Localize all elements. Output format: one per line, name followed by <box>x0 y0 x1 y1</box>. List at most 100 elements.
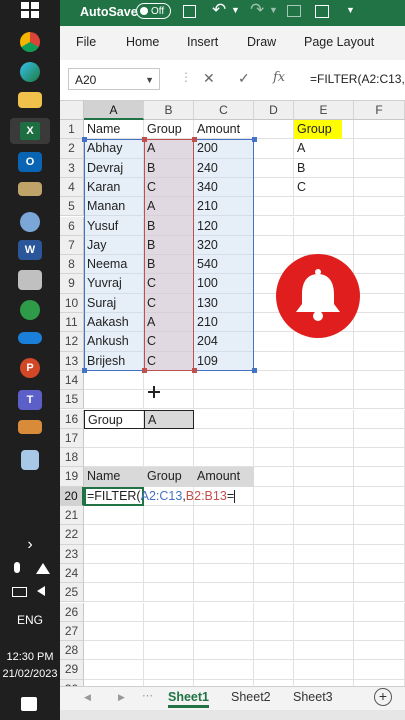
grid-cell[interactable] <box>354 486 405 506</box>
grid-cell[interactable] <box>194 583 254 603</box>
grid-cell[interactable] <box>254 506 294 526</box>
table-cell[interactable]: Jay <box>84 236 144 255</box>
grid-cell[interactable] <box>294 486 354 506</box>
output-header-group[interactable]: Group <box>144 467 194 487</box>
grid-cell[interactable] <box>84 544 144 564</box>
table-cell[interactable]: Yuvraj <box>84 274 144 293</box>
row-header-13[interactable]: 13 <box>60 351 84 371</box>
grid-cell[interactable] <box>354 351 405 371</box>
table-cell[interactable]: Aakash <box>84 313 144 332</box>
grid-cell[interactable] <box>194 409 254 429</box>
grid-cell[interactable] <box>354 216 405 236</box>
grid-cell[interactable] <box>294 506 354 526</box>
row-header-22[interactable]: 22 <box>60 525 84 545</box>
language-indicator[interactable]: ENG <box>0 613 60 627</box>
folder-icon[interactable] <box>18 182 42 196</box>
grid-cell[interactable] <box>84 641 144 661</box>
wifi-icon[interactable] <box>36 563 50 574</box>
row-header-2[interactable]: 2 <box>60 139 84 159</box>
grid-cell[interactable] <box>194 621 254 642</box>
grid-cell[interactable] <box>254 177 294 198</box>
row-header-26[interactable]: 26 <box>60 602 84 622</box>
bell-notification-icon[interactable] <box>276 254 360 338</box>
grid-cell[interactable] <box>354 120 405 140</box>
grid-cell[interactable] <box>354 467 405 487</box>
col-header-b[interactable]: B <box>144 101 194 120</box>
grid-cell[interactable] <box>144 621 194 642</box>
col-header-f[interactable]: F <box>354 101 405 120</box>
grid-cell[interactable] <box>354 274 405 294</box>
col-header-d[interactable]: D <box>254 101 294 120</box>
enter-check-icon[interactable]: ✓ <box>238 70 250 87</box>
show-hidden-icons-icon[interactable]: › <box>0 536 60 554</box>
row-header-28[interactable]: 28 <box>60 641 84 661</box>
edge-icon[interactable] <box>20 62 40 82</box>
table-cell[interactable]: A <box>144 313 194 332</box>
row-header-6[interactable]: 6 <box>60 216 84 236</box>
picture-icon[interactable] <box>287 5 301 17</box>
grid-cell[interactable] <box>254 351 294 371</box>
table-cell[interactable]: B <box>144 217 194 236</box>
grid-cell[interactable] <box>254 370 294 391</box>
header-group[interactable]: Group <box>144 120 194 139</box>
autosave-toggle[interactable]: Off <box>136 3 171 19</box>
table-cell[interactable]: 200 <box>194 139 254 158</box>
undo-dropdown-icon[interactable]: ▼ <box>231 5 240 15</box>
row-header-20[interactable]: 20 <box>60 486 84 506</box>
grid-cell[interactable] <box>294 197 354 217</box>
grid-cell[interactable] <box>294 641 354 661</box>
clock-date[interactable]: 21/02/2023 <box>0 668 60 680</box>
grid-cell[interactable] <box>294 621 354 642</box>
header-name[interactable]: Name <box>84 120 144 139</box>
grid-cell[interactable] <box>354 158 405 178</box>
row-header-18[interactable]: 18 <box>60 448 84 468</box>
row-header-24[interactable]: 24 <box>60 563 84 584</box>
grid-cell[interactable] <box>194 428 254 449</box>
table-cell[interactable]: C <box>144 178 194 197</box>
microphone-icon[interactable] <box>14 562 20 573</box>
row-header-15[interactable]: 15 <box>60 390 84 410</box>
row-header-12[interactable]: 12 <box>60 332 84 352</box>
tab-draw[interactable]: Draw <box>247 35 276 49</box>
windows-start-icon[interactable] <box>21 2 39 18</box>
grid-cell[interactable] <box>254 641 294 661</box>
group-list-item[interactable]: B <box>294 159 354 178</box>
grid-cell[interactable] <box>84 506 144 526</box>
file-explorer-icon[interactable] <box>18 92 42 108</box>
sheet-tabs-overflow[interactable]: ⋯ <box>142 689 153 702</box>
tab-page-layout[interactable]: Page Layout <box>304 35 374 49</box>
grid-cell[interactable] <box>194 390 254 410</box>
grid-cell[interactable] <box>254 158 294 178</box>
grid-cell[interactable] <box>254 235 294 256</box>
grid-cell[interactable] <box>254 467 294 487</box>
output-header-amount[interactable]: Amount <box>194 467 254 487</box>
grid-cell[interactable] <box>354 563 405 584</box>
grid-cell[interactable] <box>254 390 294 410</box>
grid-cell[interactable] <box>354 332 405 352</box>
header-amount[interactable]: Amount <box>194 120 254 139</box>
row-header-11[interactable]: 11 <box>60 313 84 333</box>
grid-cell[interactable] <box>354 506 405 526</box>
photos-icon[interactable] <box>18 270 42 290</box>
row-header-9[interactable]: 9 <box>60 274 84 294</box>
undo-icon[interactable]: ↶ <box>212 0 226 20</box>
table-cell[interactable]: 100 <box>194 274 254 293</box>
grid-cell[interactable] <box>254 486 294 506</box>
grid-cell[interactable] <box>254 602 294 622</box>
row-header-16[interactable]: 16 <box>60 409 84 429</box>
grid-cell[interactable] <box>84 602 144 622</box>
scroll-sheets-left-icon[interactable]: ◀ <box>84 692 91 703</box>
worksheet-grid[interactable]: ABCDEF 1 2 3 4 5 6 7 8 9 10 11 12 13 14 15 16 17 18 19 20 21… <box>60 101 405 686</box>
grid-cell[interactable] <box>84 370 144 391</box>
grid-cell[interactable] <box>144 544 194 564</box>
grid-cell[interactable] <box>354 390 405 410</box>
chevron-down-icon[interactable]: ▼ <box>145 69 154 91</box>
app-icon[interactable] <box>18 420 42 434</box>
row-header-4[interactable]: 4 <box>60 177 84 198</box>
grid-cell[interactable] <box>194 525 254 545</box>
grid-cell[interactable] <box>254 428 294 449</box>
grid-cell[interactable] <box>354 660 405 680</box>
row-header-8[interactable]: 8 <box>60 255 84 275</box>
row-header-14[interactable]: 14 <box>60 370 84 391</box>
grid-cell[interactable] <box>144 563 194 584</box>
